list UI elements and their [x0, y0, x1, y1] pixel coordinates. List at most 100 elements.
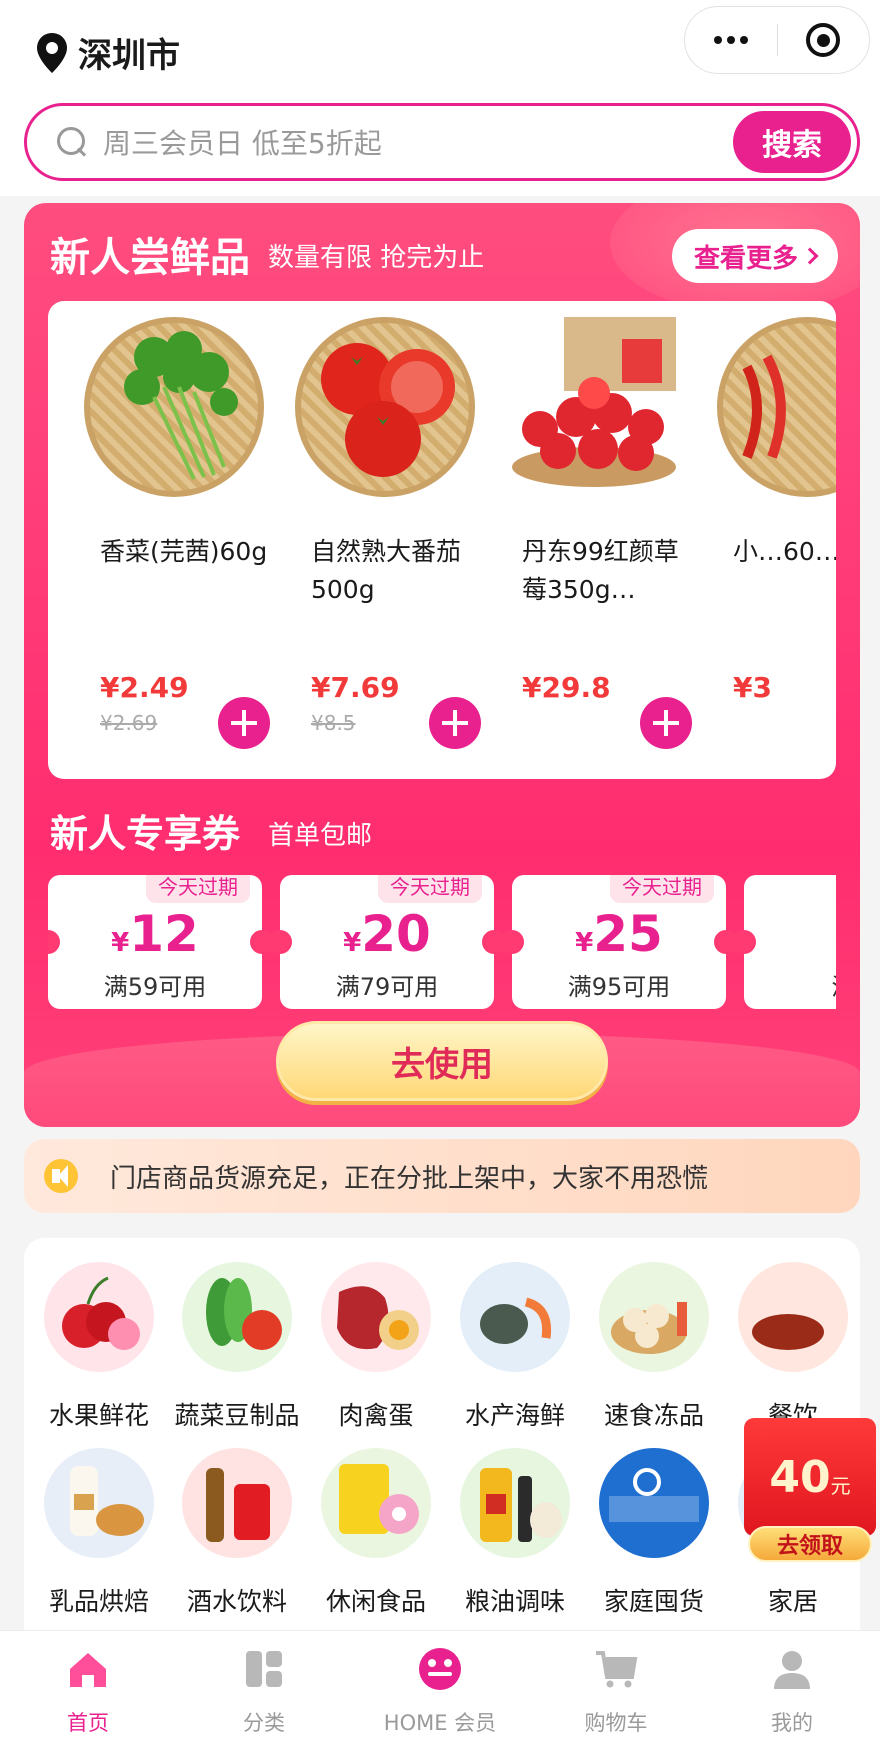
category-drinks[interactable]: 酒水饮料	[162, 1448, 312, 1618]
use-coupon-button[interactable]: 去使用	[276, 1021, 608, 1101]
family-stock-icon	[599, 1448, 709, 1558]
category-frozen-food[interactable]: 速食冻品	[579, 1262, 729, 1432]
speaker-icon	[44, 1159, 78, 1193]
coupon-condition: 满59可用	[103, 973, 207, 1001]
coupon-carousel[interactable]: 今天过期 ¥12 满59可用 今天过期 ¥20 满79可用 今天过期 ¥25 满…	[48, 875, 836, 1015]
expiry-badge: 今天过期	[378, 875, 482, 903]
product-name: 香菜(芫茜)60g	[100, 537, 268, 566]
announcement-text: 门店商品货源充足，正在分批上架中，大家不用恐慌	[110, 1163, 709, 1194]
product-card[interactable]: 自然熟大番茄500g ¥7.69 ¥8.5	[259, 301, 495, 779]
seafood-icon	[460, 1262, 570, 1372]
target-icon	[806, 23, 841, 57]
tab-home-member[interactable]: HOME 会员	[352, 1631, 528, 1745]
product-image-coriander	[84, 317, 264, 497]
snack-icon	[321, 1448, 431, 1558]
product-card[interactable]: 丹东99红颜草莓350g… ¥29.8	[470, 301, 706, 779]
product-name: 小…60…	[733, 537, 836, 566]
coupon-condition: 满4	[744, 967, 836, 1002]
tab-cart[interactable]: 购物车	[528, 1631, 704, 1745]
coupon-condition: 满79可用	[335, 973, 439, 1001]
category-grain-oil[interactable]: 粮油调味	[440, 1448, 590, 1618]
category-label: 粮油调味	[464, 1587, 565, 1616]
more-options-icon[interactable]	[685, 7, 777, 73]
fruit-flower-icon	[44, 1262, 154, 1372]
category-label: 家庭囤货	[603, 1587, 704, 1616]
search-placeholder[interactable]: 周三会员日 低至5折起	[103, 122, 733, 162]
category-dining[interactable]: 餐饮	[718, 1262, 860, 1432]
dining-icon	[738, 1262, 848, 1372]
category-label: 水产海鲜	[464, 1401, 565, 1430]
home-tab-icon	[70, 1653, 106, 1687]
floating-coupon[interactable]: 40 元 去领取	[744, 1418, 876, 1562]
coupon-amount: ¥12	[48, 905, 262, 963]
coupon-amount: ¥25	[512, 905, 726, 963]
product-carousel[interactable]: 香菜(芫茜)60g ¥2.49 ¥2.69 自然熟大番茄500g ¥7.69 ¥…	[48, 301, 836, 779]
member-badge-icon	[419, 1648, 461, 1690]
category-grid-icon	[246, 1651, 282, 1687]
location-selector[interactable]: 深圳市	[34, 28, 180, 77]
currency-symbol: ¥	[111, 928, 130, 958]
category-label: 乳品烘焙	[48, 1587, 149, 1616]
meat-egg-icon	[321, 1262, 431, 1372]
currency-symbol: ¥	[575, 928, 594, 958]
dairy-bakery-icon	[44, 1448, 154, 1558]
search-icon	[57, 127, 87, 157]
grain-oil-icon	[460, 1448, 570, 1558]
search-button[interactable]: 搜索	[733, 111, 851, 173]
top-header: 深圳市 周三会员日 低至5折起 搜索	[0, 0, 880, 196]
vegetable-icon	[182, 1262, 292, 1372]
product-name: 丹东99红颜草莓350g…	[522, 537, 679, 604]
bottom-tab-bar: 首页 分类 HOME 会员 购物车 我的	[0, 1630, 880, 1745]
floating-coupon-amount: 40	[769, 1451, 831, 1503]
search-bar[interactable]: 周三会员日 低至5折起 搜索	[24, 103, 860, 181]
close-mini-program-button[interactable]	[778, 7, 870, 73]
category-snack[interactable]: 休闲食品	[301, 1448, 451, 1618]
category-vegetable[interactable]: 蔬菜豆制品	[162, 1262, 312, 1432]
frozen-food-icon	[599, 1262, 709, 1372]
expiry-badge: 今天过期	[610, 875, 714, 903]
product-card[interactable]: 香菜(芫茜)60g ¥2.49 ¥2.69	[48, 301, 284, 779]
product-image-chili	[717, 317, 836, 497]
category-label: 酒水饮料	[186, 1587, 287, 1616]
product-name: 自然熟大番茄500g	[311, 537, 462, 604]
coupon-amount: ¥	[744, 905, 836, 935]
coupon-card[interactable]: 今天过期 ¥25 满95可用	[500, 875, 738, 1009]
coupon-value: 12	[129, 905, 199, 963]
category-seafood[interactable]: 水产海鲜	[440, 1262, 590, 1432]
tab-label: 购物车	[584, 1711, 648, 1735]
user-icon	[774, 1651, 810, 1689]
product-price: ¥7.69	[311, 671, 400, 704]
product-price: ¥29.8	[522, 671, 611, 704]
product-card[interactable]: 小…60… ¥3	[681, 301, 836, 779]
category-dairy-bakery[interactable]: 乳品烘焙	[24, 1448, 174, 1618]
product-image-tomato	[295, 317, 475, 497]
category-label: 水果鲜花	[48, 1401, 149, 1430]
newcomer-title: 新人尝鲜品	[50, 235, 250, 281]
chevron-right-icon	[801, 247, 819, 265]
category-fruit-flower[interactable]: 水果鲜花	[24, 1262, 174, 1432]
currency-symbol: ¥	[343, 928, 362, 958]
newcomer-subtitle: 数量有限 抢完为止	[268, 243, 485, 273]
coupon-card[interactable]: ¥ 满4	[732, 875, 836, 1009]
tab-label: HOME 会员	[383, 1711, 497, 1735]
category-label: 休闲食品	[325, 1587, 426, 1616]
tab-category[interactable]: 分类	[176, 1631, 352, 1745]
announcement-bar[interactable]: 门店商品货源充足，正在分批上架中，大家不用恐慌	[24, 1139, 860, 1213]
view-more-button[interactable]: 查看更多	[672, 229, 838, 283]
shopping-cart-icon	[596, 1651, 638, 1688]
tab-label: 首页	[67, 1711, 109, 1735]
tab-label: 我的	[771, 1711, 813, 1735]
category-family-stock[interactable]: 家庭囤货	[579, 1448, 729, 1618]
claim-coupon-button[interactable]: 去领取	[748, 1526, 872, 1562]
floating-coupon-body: 40 元	[744, 1418, 876, 1536]
category-meat-egg[interactable]: 肉禽蛋	[301, 1262, 451, 1432]
category-label: 速食冻品	[603, 1401, 704, 1430]
tab-profile[interactable]: 我的	[704, 1631, 880, 1745]
newcomer-promo-card: 新人尝鲜品 数量有限 抢完为止 查看更多 香菜(芫茜)60g ¥2.49 ¥2.…	[24, 203, 860, 1127]
coupon-card[interactable]: 今天过期 ¥20 满79可用	[268, 875, 506, 1009]
tab-home[interactable]: 首页	[0, 1631, 176, 1745]
drinks-icon	[182, 1448, 292, 1558]
category-label: 肉禽蛋	[338, 1401, 414, 1430]
coupon-card[interactable]: 今天过期 ¥12 满59可用	[48, 875, 274, 1009]
floating-coupon-unit: 元	[830, 1473, 851, 1498]
